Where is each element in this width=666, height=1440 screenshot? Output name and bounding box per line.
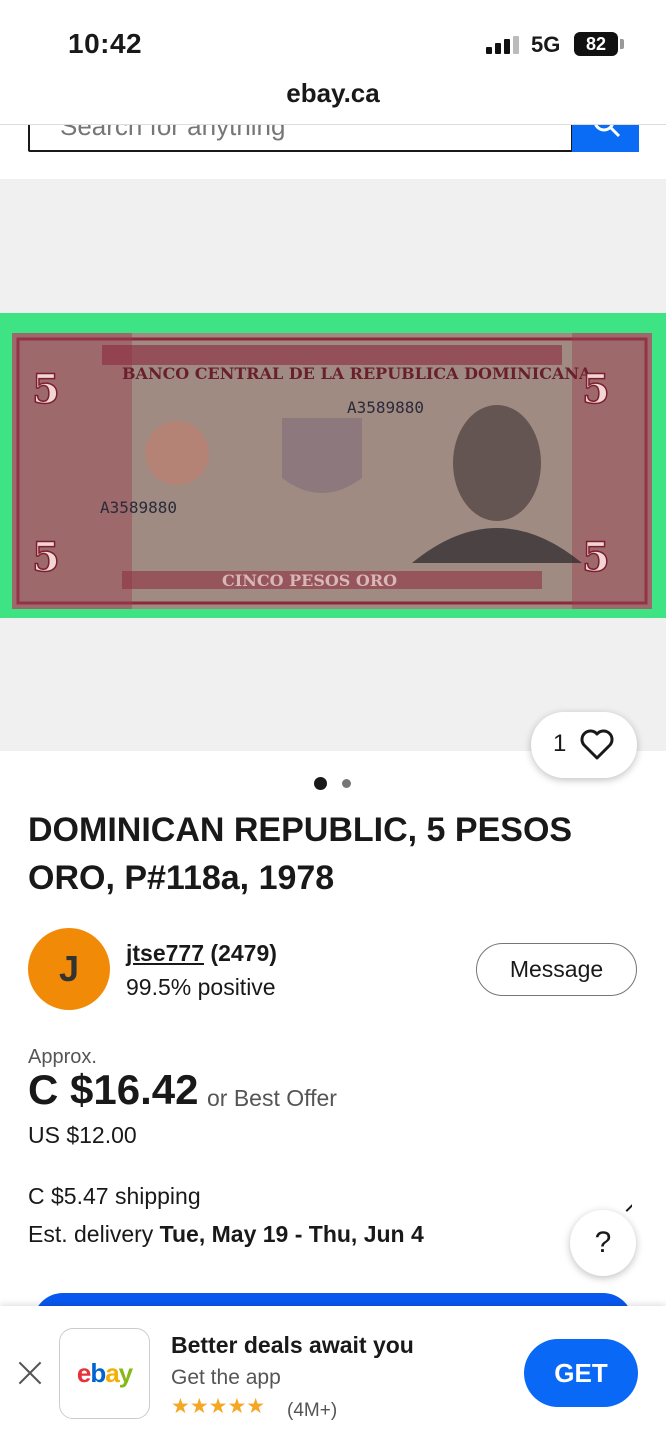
item-title: DOMINICAN REPUBLIC, 5 PESOS ORO, P#118a,… [28,811,573,897]
ebay-logo: ebay [76,1358,133,1388]
get-app-button[interactable]: GET [524,1339,638,1407]
shipping-cost: C $5.47 shipping [28,1183,201,1209]
seller-name-link[interactable]: jtse777 [126,940,204,966]
svg-text:5: 5 [32,366,60,413]
search-input[interactable]: Search for anything [28,125,573,152]
banknote-image: BANCO CENTRAL DE LA REPUBLICA DOMINICANA… [12,333,652,609]
svg-text:BANCO CENTRAL DE LA REPUBLICA: BANCO CENTRAL DE LA REPUBLICA DOMINICANA [122,364,592,383]
svg-text:A3589880: A3589880 [100,498,177,517]
battery-icon: 82 [574,32,618,56]
gallery-pagination [314,777,354,791]
price: C $16.42 [28,1066,199,1113]
watch-count: 1 [553,730,567,757]
message-button[interactable]: Message [476,943,637,996]
rating-count: (4M+) [287,1400,338,1421]
app-install-banner: ebay Better deals await you Get the app … [0,1306,666,1440]
network-label: 5G [531,32,561,57]
watch-button[interactable]: 1 [531,712,637,778]
svg-text:CINCO PESOS ORO: CINCO PESOS ORO [222,571,397,590]
delivery-dates: Tue, May 19 - Thu, Jun 4 [159,1221,424,1247]
search-button[interactable] [572,125,639,152]
search-bar: Search for anything [28,125,639,153]
search-icon [594,125,621,138]
svg-text:A3589880: A3589880 [347,398,424,417]
seller-positive: 99.5% positive [126,974,276,1000]
delivery-label: Est. delivery [28,1221,154,1247]
svg-text:5: 5 [582,366,610,413]
usd-price: US $12.00 [28,1122,137,1148]
signal-icon [486,36,520,54]
battery-tip [620,39,624,49]
seller-info: jtse777 (2479) [126,940,277,967]
help-button[interactable]: ? [570,1210,636,1276]
url-bar[interactable]: ebay.ca [0,78,666,109]
star-rating-icon: ★★★★★ [171,1395,266,1418]
close-icon[interactable] [16,1358,44,1386]
delivery-estimate: Est. delivery Tue, May 19 - Thu, Jun 4 [28,1221,424,1248]
svg-text:5: 5 [32,534,60,581]
svg-text:5: 5 [582,534,610,581]
seller-feedback-count: (2479) [210,940,277,966]
pagination-dot[interactable] [342,779,351,788]
seller-avatar[interactable]: J [28,928,110,1010]
status-time: 10:42 [68,28,143,59]
heart-icon [580,729,614,760]
best-offer-label: or Best Offer [207,1085,337,1111]
status-bar: 10:42 5G 82 [0,0,666,78]
banner-title: Better deals await you [171,1332,414,1358]
banner-subtitle: Get the app [171,1366,281,1389]
ebay-app-icon: ebay [59,1328,150,1419]
pagination-dot-active[interactable] [314,777,327,790]
